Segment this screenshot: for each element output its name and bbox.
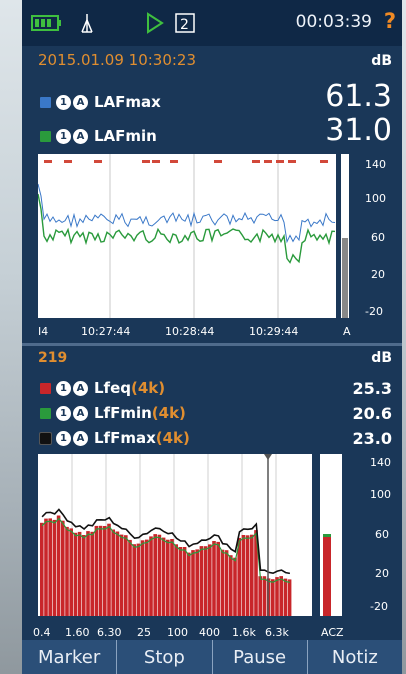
chart-plot-area	[38, 154, 336, 318]
x-tick: 10:28:44	[165, 325, 215, 338]
play-icon[interactable]	[147, 12, 164, 34]
status-bar: 2 00:03:39 ?	[22, 0, 402, 46]
unit-label-bottom: dB	[371, 350, 392, 366]
stop-button[interactable]: Stop	[117, 640, 213, 674]
spectrum-chart[interactable]	[38, 454, 378, 624]
lfeq-label: Lfeq	[94, 379, 131, 397]
a-weighting-icon: A	[73, 405, 88, 421]
lffmin-row[interactable]: 1 A LfFmin (4k)	[40, 402, 186, 424]
current-level-bar	[342, 238, 348, 318]
sound-level-meter-screen: 2 00:03:39 ? 2015.01.09 10:30:23 dB 1 A …	[22, 0, 402, 674]
soft-button-bar: Marker Stop Pause Notiz	[22, 640, 402, 674]
lffmin-label: LfFmin	[94, 404, 152, 422]
elapsed-time: 00:03:39	[295, 12, 372, 32]
lffmin-band: (4k)	[151, 404, 186, 422]
y-tick: 20	[375, 567, 389, 580]
x-tick: A	[343, 325, 351, 338]
lffmin-value: 20.6	[352, 404, 392, 423]
y-tick: 140	[370, 456, 391, 469]
lafmax-row[interactable]: 1 A LAFmax	[40, 91, 161, 113]
battery-icon	[31, 15, 61, 31]
channel-1-icon: 1	[56, 380, 71, 396]
x-tick: 25	[137, 626, 151, 639]
lafmax-label: LAFmax	[94, 93, 161, 111]
help-icon[interactable]: ?	[384, 9, 396, 33]
y-tick: 60	[375, 528, 389, 541]
a-weighting-icon: A	[73, 380, 88, 396]
lfeq-value: 25.3	[352, 379, 392, 398]
channel-1-icon: 1	[56, 405, 71, 421]
lafmin-value: 31.0	[325, 113, 392, 148]
time-history-chart[interactable]	[38, 154, 378, 324]
x-tick: 10:29:44	[249, 325, 299, 338]
y-tick: 20	[371, 268, 385, 281]
lfeq-band: (4k)	[131, 379, 166, 397]
acz-bar-a	[323, 536, 331, 616]
lafmin-row[interactable]: 1 A LAFmin	[40, 125, 157, 147]
lffmax-label: LfFmax	[94, 429, 156, 447]
x-tick: 10:27:44	[81, 325, 131, 338]
pause-button[interactable]: Pause	[213, 640, 308, 674]
x-tick: 1.60	[65, 626, 90, 639]
lffmax-color-swatch	[39, 431, 52, 445]
datetime: 2015.01.09 10:30:23	[38, 51, 197, 69]
y-tick: 140	[365, 158, 386, 171]
x-tick: 6.3k	[265, 626, 289, 639]
lafmin-label: LAFmin	[94, 127, 157, 145]
x-tick: 1.6k	[232, 626, 256, 639]
x-tick: 100	[167, 626, 188, 639]
channel-1-icon: 1	[56, 128, 71, 144]
lafmin-color-swatch	[40, 130, 51, 142]
status-icons: 2	[31, 12, 195, 34]
channel-1-icon: 1	[56, 430, 71, 446]
x-tick: 0.4	[33, 626, 51, 639]
a-weighting-icon: A	[73, 128, 88, 144]
y-tick: -20	[365, 305, 383, 318]
lffmax-value: 23.0	[352, 429, 392, 448]
lafmax-value: 61.3	[325, 79, 392, 114]
marker-button[interactable]: Marker	[22, 640, 118, 674]
x-tick: 400	[199, 626, 220, 639]
y-tick: -20	[370, 600, 388, 613]
lffmin-color-swatch	[40, 407, 51, 419]
lfeq-color-swatch	[40, 382, 51, 394]
a-weighting-icon: A	[73, 94, 88, 110]
spectrum-count: 219	[38, 350, 68, 366]
x-tick: I4	[38, 325, 49, 338]
lffmax-row[interactable]: 1 A LfFmax (4k)	[39, 427, 190, 449]
y-tick: 60	[371, 231, 385, 244]
lffmax-band: (4k)	[155, 429, 190, 447]
antenna-icon	[81, 14, 93, 33]
y-tick: 100	[370, 488, 391, 501]
lafmax-color-swatch	[40, 96, 51, 108]
x-tick: 6.30	[97, 626, 122, 639]
notiz-button[interactable]: Notiz	[308, 640, 402, 674]
x-tick: ACZ	[321, 626, 344, 639]
channel-1-icon: 1	[56, 94, 71, 110]
lfeq-row[interactable]: 1 A Lfeq (4k)	[40, 377, 165, 399]
channel-number: 2	[180, 17, 189, 33]
a-weighting-icon: A	[73, 430, 88, 446]
unit-label-top: dB	[371, 53, 392, 69]
acz-bar-min	[323, 534, 331, 537]
y-tick: 100	[365, 192, 386, 205]
